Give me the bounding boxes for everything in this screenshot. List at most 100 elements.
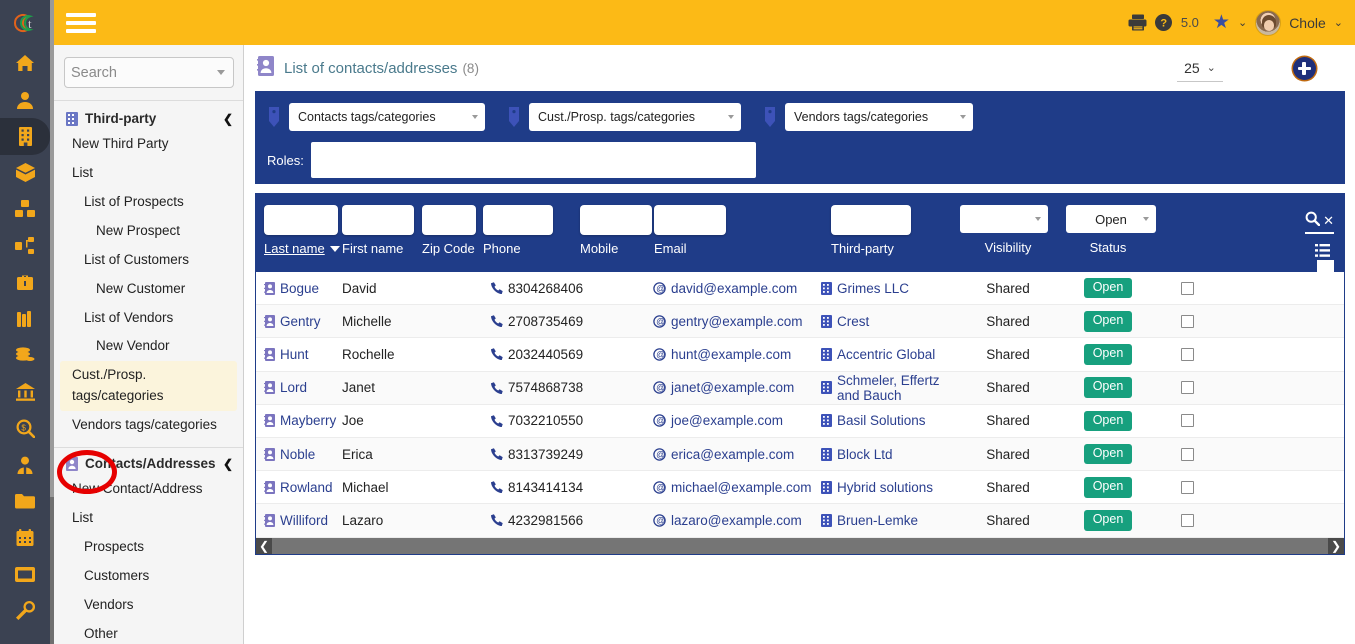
sort-desc-icon[interactable] [329, 245, 340, 252]
cell-thirdparty[interactable]: Crest [837, 314, 869, 329]
rail-item-bank[interactable] [0, 374, 50, 411]
cell-lastname[interactable]: Williford [280, 513, 328, 528]
chevron-down-icon[interactable] [728, 115, 734, 119]
sidebar-section-third-party[interactable]: Third-party ❮ [54, 107, 243, 130]
table-row[interactable]: Hunt Rochelle 2032440569 @ hunt@example.… [256, 338, 1344, 372]
horizontal-scrollbar[interactable]: ❮ ❯ [256, 537, 1344, 554]
row-checkbox[interactable] [1180, 347, 1194, 361]
chevron-down-icon[interactable] [472, 115, 478, 119]
filter-input-phone[interactable] [483, 205, 553, 235]
cust-prosp-tags-select[interactable]: Cust./Prosp. tags/categories [529, 103, 741, 131]
column-header-visibility[interactable]: Visibility [985, 240, 1032, 255]
rail-item-users[interactable] [0, 82, 50, 119]
chevron-down-icon[interactable]: ⌄ [1238, 16, 1247, 29]
cell-lastname[interactable]: Noble [280, 447, 315, 462]
cell-email[interactable]: janet@example.com [671, 380, 794, 395]
vendors-tags-select[interactable]: Vendors tags/categories [785, 103, 973, 131]
rail-item-commercial[interactable] [0, 264, 50, 301]
filter-select-visibility[interactable] [960, 205, 1048, 233]
cell-thirdparty[interactable]: Grimes LLC [837, 281, 909, 296]
sidebar-item-new-vendor[interactable]: New Vendor [54, 332, 243, 361]
select-all-checkbox[interactable] [1317, 260, 1334, 272]
column-header-mobile[interactable]: Mobile [580, 241, 618, 256]
cell-thirdparty[interactable]: Basil Solutions [837, 413, 926, 428]
cell-email[interactable]: erica@example.com [671, 447, 794, 462]
search-icon[interactable] [1305, 211, 1321, 231]
table-row[interactable]: Rowland Michael 8143414134 @ michael@exa… [256, 471, 1344, 505]
table-row[interactable]: Noble Erica 8313739249 @ erica@example.c… [256, 437, 1344, 472]
cell-email[interactable]: michael@example.com [671, 480, 812, 495]
filter-input-mobile[interactable] [580, 205, 652, 235]
table-row[interactable]: Mayberry Joe 7032210550 @ joe@example.co… [256, 404, 1344, 438]
filter-input-zip[interactable] [422, 205, 476, 235]
rail-item-projects[interactable] [0, 228, 50, 265]
filter-select-status[interactable]: Open [1066, 205, 1156, 233]
sidebar-item-new-third-party[interactable]: New Third Party [54, 130, 243, 159]
rail-item-setup[interactable] [0, 593, 50, 630]
sidebar-item-vendors-tags[interactable]: Vendors tags/categories [54, 411, 243, 440]
rail-item-reports[interactable]: $ [0, 410, 50, 447]
cell-email[interactable]: hunt@example.com [671, 347, 791, 362]
rail-item-third-party[interactable] [0, 118, 50, 155]
row-checkbox[interactable] [1180, 513, 1194, 527]
chevron-left-icon[interactable]: ❮ [223, 112, 233, 126]
sidebar-item-contacts-customers[interactable]: Customers [54, 562, 243, 591]
app-logo-icon[interactable]: t [0, 0, 50, 45]
row-checkbox[interactable] [1180, 480, 1194, 494]
row-checkbox[interactable] [1180, 381, 1194, 395]
cell-thirdparty[interactable]: Block Ltd [837, 447, 893, 462]
column-header-thirdparty[interactable]: Third-party [831, 241, 894, 256]
rail-item-accounting[interactable] [0, 337, 50, 374]
cell-thirdparty[interactable]: Hybrid solutions [837, 480, 933, 495]
cell-email[interactable]: gentry@example.com [671, 314, 803, 329]
printer-icon[interactable] [1128, 14, 1147, 31]
sidebar-item-list-of-prospects[interactable]: List of Prospects [54, 188, 243, 217]
cell-thirdparty[interactable]: Bruen-Lemke [837, 513, 918, 528]
column-header-lastname[interactable]: Last name [264, 241, 325, 256]
rail-item-stock[interactable] [0, 191, 50, 228]
column-header-phone[interactable]: Phone [483, 241, 521, 256]
filter-input-email[interactable] [654, 205, 726, 235]
column-header-firstname[interactable]: First name [342, 241, 403, 256]
table-row[interactable]: Gentry Michelle 2708735469 @ gentry@exam… [256, 305, 1344, 339]
row-checkbox[interactable] [1180, 414, 1194, 428]
rail-item-ticket[interactable] [0, 556, 50, 593]
cell-lastname[interactable]: Rowland [280, 480, 333, 495]
sidebar-item-cust-prosp-tags[interactable]: Cust./Prosp. tags/categories [60, 361, 237, 412]
cell-email[interactable]: joe@example.com [671, 413, 783, 428]
search-input[interactable] [65, 58, 213, 87]
sidebar-item-contacts-vendors[interactable]: Vendors [54, 591, 243, 620]
sidebar-item-contacts-prospects[interactable]: Prospects [54, 533, 243, 562]
avatar[interactable] [1255, 9, 1282, 36]
reset-icon[interactable]: ✕ [1323, 213, 1334, 229]
contacts-tags-select[interactable]: Contacts tags/categories [289, 103, 485, 131]
help-icon[interactable]: ? [1154, 14, 1172, 31]
chevron-down-icon[interactable]: ⌄ [1207, 61, 1216, 74]
filter-input-thirdparty[interactable] [831, 205, 911, 235]
sidebar-item-list-of-vendors[interactable]: List of Vendors [54, 304, 243, 333]
roles-input[interactable] [310, 142, 756, 178]
table-row[interactable]: Williford Lazaro 4232981566 @ lazaro@exa… [256, 504, 1344, 538]
rail-item-products[interactable] [0, 155, 50, 192]
cell-lastname[interactable]: Gentry [280, 314, 321, 329]
per-page-select[interactable]: 25 ⌄ [1177, 54, 1223, 82]
add-new-button[interactable] [1263, 53, 1345, 83]
row-checkbox[interactable] [1180, 314, 1194, 328]
row-checkbox[interactable] [1180, 447, 1194, 461]
chevron-down-icon[interactable] [1143, 217, 1149, 221]
cell-lastname[interactable]: Lord [280, 380, 307, 395]
sidebar-item-new-contact-address[interactable]: New Contact/Address [54, 475, 243, 504]
sidebar-item-contacts-other[interactable]: Other [54, 620, 243, 644]
column-header-zip[interactable]: Zip Code [422, 241, 475, 256]
column-header-email[interactable]: Email [654, 241, 687, 256]
cell-thirdparty[interactable]: Accentric Global [837, 347, 935, 362]
scroll-right-icon[interactable]: ❯ [1328, 537, 1344, 554]
rail-item-home[interactable] [0, 45, 50, 82]
chevron-left-icon[interactable]: ❮ [223, 457, 233, 471]
sidebar-item-list[interactable]: List [54, 159, 243, 188]
cell-thirdparty[interactable]: Schmeler, Effertz and Bauch [837, 373, 958, 403]
sidebar-item-list-of-customers[interactable]: List of Customers [54, 246, 243, 275]
sidebar-item-new-customer[interactable]: New Customer [54, 275, 243, 304]
chevron-down-icon[interactable] [217, 70, 225, 75]
sidebar-item-new-prospect[interactable]: New Prospect [54, 217, 243, 246]
